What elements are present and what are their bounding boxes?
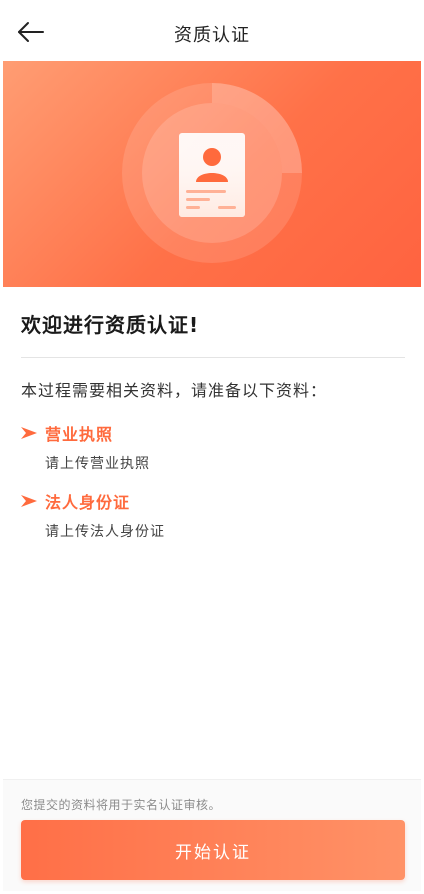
welcome-heading: 欢迎进行资质认证! (21, 313, 200, 337)
requirement-legal-id: 法人身份证 请上传法人身份证 (21, 489, 165, 541)
top-nav-bar: 资质认证 (3, 3, 421, 61)
requirement-business-license: 营业执照 请上传营业执照 (21, 421, 150, 473)
screen: 资质认证 欢迎进行资质认证! 本过程需要相关资料，请准备以下资料： 营业执照 请… (3, 3, 421, 891)
start-verification-button[interactable]: 开始认证 (21, 820, 405, 880)
requirement-title: 营业执照 (45, 425, 114, 444)
arrow-right-icon (21, 495, 37, 507)
hero-banner (3, 61, 421, 287)
requirement-desc: 请上传营业执照 (45, 456, 150, 472)
requirement-desc: 请上传法人身份证 (45, 524, 165, 540)
footer-panel: 您提交的资料将用于实名认证审核。 开始认证 (3, 779, 421, 891)
intro-text: 本过程需要相关资料，请准备以下资料： (21, 381, 328, 400)
id-card-icon (122, 83, 302, 263)
divider (21, 357, 405, 358)
page-title: 资质认证 (174, 25, 250, 46)
requirement-title: 法人身份证 (45, 493, 131, 512)
arrow-right-icon (21, 427, 37, 439)
privacy-notice: 您提交的资料将用于实名认证审核。 (21, 798, 222, 812)
